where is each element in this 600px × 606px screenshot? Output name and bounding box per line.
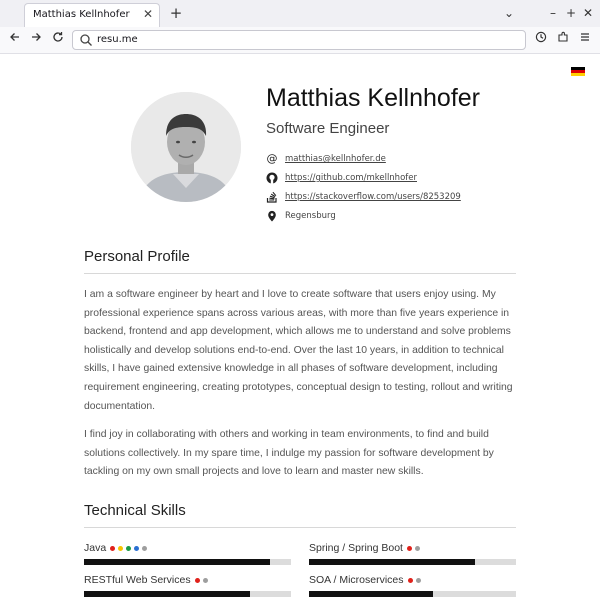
- skill-label: RESTful Web Services: [84, 574, 191, 586]
- section-divider: [84, 273, 516, 274]
- maximize-button[interactable]: +: [563, 4, 579, 22]
- close-window-button[interactable]: ✕: [580, 4, 596, 22]
- skill-item: RESTful Web Services: [84, 573, 291, 597]
- section-title-skills: Technical Skills: [84, 502, 186, 519]
- skill-bar-fill: [309, 591, 434, 597]
- tabs-list-icon[interactable]: ⌄: [501, 4, 517, 22]
- skill-dot: [415, 577, 421, 583]
- skill-dot: [142, 545, 148, 551]
- contact-stackoverflow[interactable]: https://stackoverflow.com/users/8253209: [266, 190, 461, 204]
- tab-close-icon[interactable]: ✕: [141, 7, 155, 21]
- browser-tab[interactable]: Matthias Kellnhofer ✕: [24, 3, 160, 27]
- skill-bar: [309, 591, 516, 597]
- forward-icon[interactable]: [27, 31, 45, 49]
- profile-paragraph: I find joy in collaborating with others …: [84, 429, 494, 478]
- skill-label: Spring / Spring Boot: [309, 542, 403, 554]
- skill-bar: [84, 591, 291, 597]
- tab-title: Matthias Kellnhofer: [33, 9, 130, 20]
- location-text: Regensburg: [285, 211, 336, 221]
- skill-label: Java: [84, 542, 107, 554]
- skill-dot: [110, 545, 116, 551]
- back-icon[interactable]: [6, 31, 24, 49]
- skill-item: SOA / Microservices: [309, 573, 516, 597]
- new-tab-button[interactable]: +: [168, 4, 184, 22]
- skill-bar-fill: [309, 559, 475, 565]
- avatar: [131, 92, 241, 202]
- job-title: Software Engineer: [266, 120, 390, 137]
- history-icon[interactable]: [532, 31, 550, 49]
- stackoverflow-icon: [266, 191, 278, 203]
- skill-dot: [118, 545, 124, 551]
- skill-dot: [126, 545, 132, 551]
- skill-bar-fill: [84, 559, 271, 565]
- profile-paragraph: I am a software engineer by heart and I …: [84, 289, 513, 412]
- url-bar[interactable]: resu.me: [72, 30, 526, 50]
- skill-dots: [407, 577, 424, 583]
- skill-dots: [194, 577, 211, 583]
- skill-dots: [110, 545, 150, 551]
- search-icon: [80, 34, 92, 46]
- menu-icon[interactable]: [576, 31, 594, 49]
- skill-dot: [414, 545, 420, 551]
- contact-email[interactable]: @ matthias@kellnhofer.de: [266, 152, 386, 166]
- minimize-button[interactable]: –: [545, 4, 561, 22]
- flag-stripe: [571, 73, 585, 76]
- reload-icon[interactable]: [49, 31, 67, 49]
- at-icon: @: [266, 152, 278, 165]
- email-link[interactable]: matthias@kellnhofer.de: [285, 154, 386, 164]
- browser-nav-bar: resu.me: [0, 27, 600, 54]
- skill-label: SOA / Microservices: [309, 574, 404, 586]
- github-link[interactable]: https://github.com/mkellnhofer: [285, 173, 417, 183]
- github-icon: [266, 172, 278, 184]
- skill-dot: [194, 577, 200, 583]
- contact-github[interactable]: https://github.com/mkellnhofer: [266, 171, 417, 185]
- section-divider: [84, 527, 516, 528]
- section-title-profile: Personal Profile: [84, 248, 190, 265]
- extensions-icon[interactable]: [554, 31, 572, 49]
- person-name: Matthias Kellnhofer: [266, 84, 481, 112]
- location-pin-icon: [266, 210, 278, 222]
- stackoverflow-link[interactable]: https://stackoverflow.com/users/8253209: [285, 192, 461, 202]
- skill-dot: [406, 545, 412, 551]
- skill-dot: [134, 545, 140, 551]
- skill-item: Java: [84, 541, 291, 565]
- skill-dot: [407, 577, 413, 583]
- skill-bar: [309, 559, 516, 565]
- contact-location: Regensburg: [266, 209, 336, 223]
- skill-dot: [202, 577, 208, 583]
- language-flag-icon[interactable]: [571, 67, 585, 76]
- skill-item: Spring / Spring Boot: [309, 541, 516, 565]
- browser-tab-bar: Matthias Kellnhofer ✕ + ⌄ – + ✕: [0, 0, 600, 27]
- skill-bar: [84, 559, 291, 565]
- url-text: resu.me: [97, 34, 138, 45]
- skill-dots: [406, 545, 423, 551]
- skill-bar-fill: [84, 591, 250, 597]
